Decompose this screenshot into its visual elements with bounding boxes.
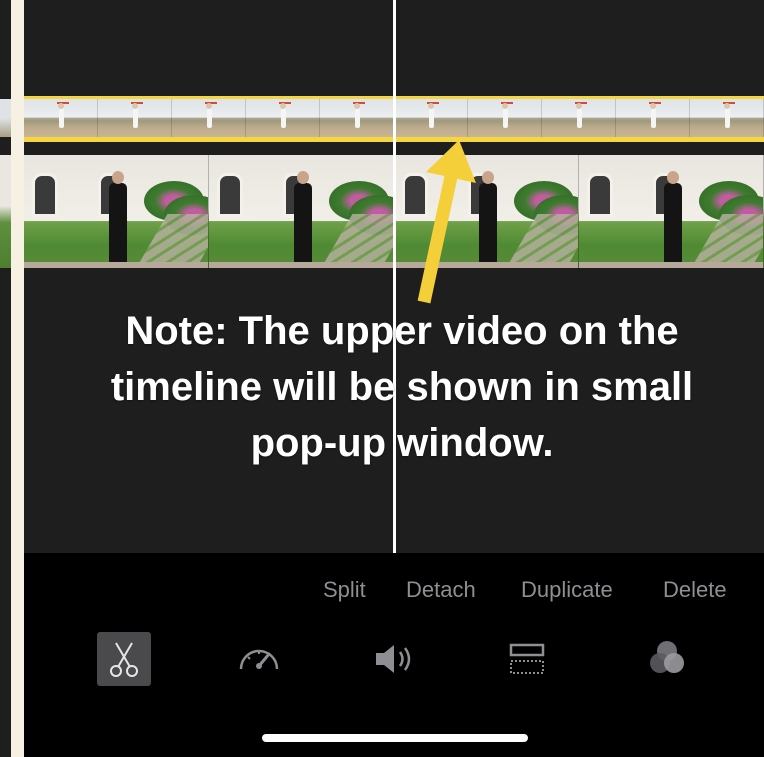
filters-icon (650, 641, 684, 673)
speaker-icon (376, 645, 411, 673)
actions-tool-tab[interactable] (97, 632, 151, 686)
titles-icon (509, 643, 545, 674)
home-indicator[interactable] (262, 734, 528, 742)
detach-button[interactable]: Detach (406, 577, 476, 603)
scissors-icon (110, 642, 138, 677)
titles-tool-tab[interactable] (500, 632, 554, 686)
delete-button[interactable]: Delete (663, 577, 727, 603)
filters-tool-tab[interactable] (640, 632, 694, 686)
video-editor: Note: The upper video on the timeline wi… (0, 0, 764, 757)
speed-tool-tab[interactable] (232, 632, 286, 686)
duplicate-button[interactable]: Duplicate (521, 577, 613, 603)
speedometer-icon (239, 649, 279, 670)
volume-tool-tab[interactable] (367, 632, 421, 686)
split-button[interactable]: Split (323, 577, 366, 603)
